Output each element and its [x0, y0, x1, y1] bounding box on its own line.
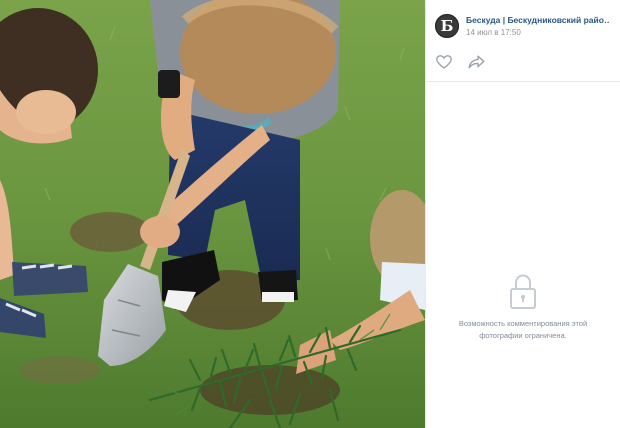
post-date[interactable]: 14 июл в 17:50 — [466, 28, 610, 38]
photo-image — [0, 0, 425, 428]
post-actions — [426, 43, 620, 82]
share-button[interactable] — [468, 54, 488, 70]
avatar-logo: Б — [440, 17, 454, 35]
post-header: Б Бескуда | Бескудниковский район ... 14… — [426, 0, 620, 43]
photo[interactable] — [0, 0, 425, 428]
share-arrow-icon — [468, 55, 485, 69]
avatar[interactable]: Б — [435, 14, 459, 38]
post-meta: Бескуда | Бескудниковский район ... 14 и… — [466, 15, 610, 38]
like-button[interactable] — [436, 54, 456, 70]
post-sidebar: Б Бескуда | Бескудниковский район ... 14… — [425, 0, 620, 428]
comments-restricted: Возможность комментирования этой фотогра… — [426, 272, 620, 342]
lock-icon — [510, 274, 536, 309]
heart-icon — [436, 55, 452, 69]
comments-restricted-text: Возможность комментирования этой фотогра… — [458, 319, 588, 340]
photo-viewer: Б Бескуда | Бескудниковский район ... 14… — [0, 0, 620, 428]
author-link[interactable]: Бескуда | Бескудниковский район ... — [466, 15, 610, 26]
